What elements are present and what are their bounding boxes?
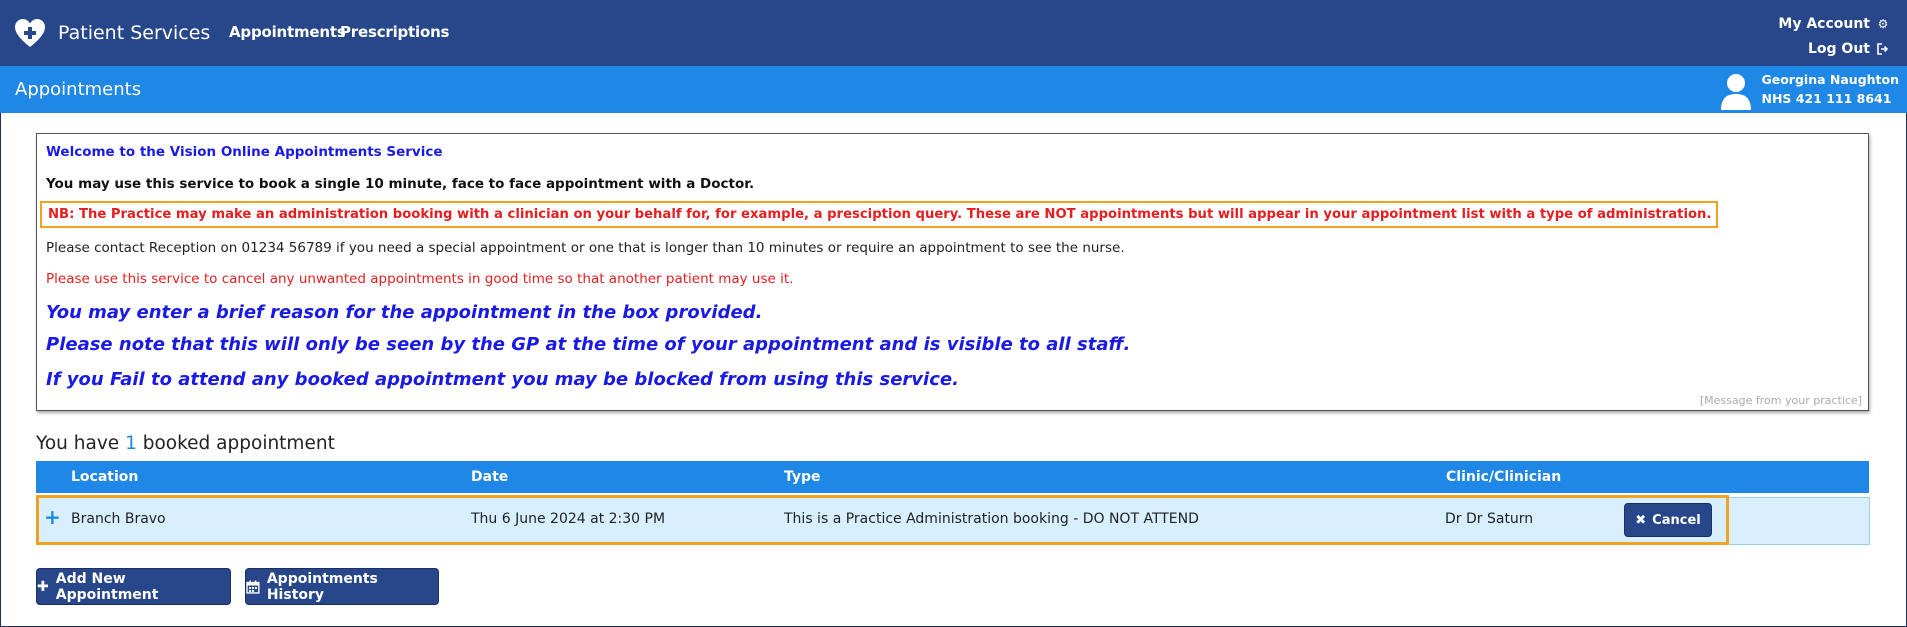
- plus-icon: ✚: [37, 578, 49, 595]
- column-clinician: Clinic/Clinician: [1446, 469, 1562, 485]
- brand-label: Patient Services: [58, 22, 211, 44]
- appointments-history-button[interactable]: Appointments History: [245, 568, 439, 605]
- cancel-appointment-button[interactable]: ✖ Cancel: [1624, 503, 1712, 537]
- column-type: Type: [784, 469, 821, 485]
- booked-prefix: You have: [36, 433, 120, 454]
- message-fail-warning: If you Fail to attend any booked appoint…: [46, 369, 959, 390]
- user-name: Georgina Naughton: [1761, 72, 1899, 87]
- message-contact: Please contact Reception on 01234 56789 …: [46, 240, 1125, 256]
- history-label: Appointments History: [266, 570, 378, 603]
- booked-appointments-heading: You have 1 booked appointment: [36, 433, 335, 454]
- cancel-label: Cancel: [1652, 512, 1701, 528]
- top-nav: Patient Services Appointments Prescripti…: [0, 0, 1907, 66]
- log-out-link[interactable]: Log Out: [1808, 41, 1889, 57]
- message-reason: You may enter a brief reason for the app…: [46, 302, 763, 323]
- column-location: Location: [71, 469, 139, 485]
- add-label: Add New Appointment: [55, 570, 159, 603]
- practice-message-box: Welcome to the Vision Online Appointment…: [36, 133, 1869, 411]
- message-admin-notice: NB: The Practice may make an administrat…: [40, 201, 1719, 228]
- heart-cross-icon: [15, 19, 45, 47]
- column-date: Date: [471, 469, 509, 485]
- booked-suffix: booked appointment: [142, 433, 335, 454]
- my-account-label: My Account: [1778, 16, 1870, 32]
- row-location: Branch Bravo: [71, 511, 166, 527]
- close-icon: ✖: [1635, 512, 1647, 528]
- user-info: Georgina Naughton NHS 421 111 8641: [1719, 70, 1899, 110]
- log-out-label: Log Out: [1808, 41, 1870, 57]
- row-date: Thu 6 June 2024 at 2:30 PM: [471, 511, 666, 527]
- gear-icon: ⚙: [1877, 17, 1889, 31]
- row-type: This is a Practice Administration bookin…: [784, 511, 1199, 527]
- add-new-appointment-button[interactable]: ✚ Add New Appointment: [36, 568, 231, 605]
- nhs-number: NHS 421 111 8641: [1761, 91, 1892, 106]
- message-welcome: Welcome to the Vision Online Appointment…: [46, 144, 443, 160]
- sub-header: Appointments Georgina Naughton NHS 421 1…: [0, 66, 1907, 113]
- appointments-table-header: Location Date Type Clinic/Clinician: [36, 461, 1869, 493]
- brand[interactable]: Patient Services: [14, 18, 210, 48]
- nav-link-prescriptions[interactable]: Prescriptions: [340, 23, 449, 41]
- message-visibility: Please note that this will only be seen …: [46, 334, 1131, 355]
- sign-out-icon: [1877, 43, 1889, 55]
- user-avatar-icon: [1721, 74, 1752, 110]
- calendar-icon: [246, 580, 260, 594]
- message-cancel-note: Please use this service to cancel any un…: [46, 271, 794, 287]
- message-source: [Message from your practice]: [1699, 394, 1862, 407]
- expand-row-icon[interactable]: +: [44, 505, 61, 529]
- my-account-link[interactable]: My Account ⚙: [1778, 16, 1889, 32]
- message-service-info: You may use this service to book a singl…: [46, 176, 755, 192]
- row-clinician: Dr Dr Saturn: [1445, 511, 1534, 527]
- booked-count: 1: [125, 433, 137, 454]
- nav-link-appointments[interactable]: Appointments: [229, 23, 346, 41]
- page-title: Appointments: [15, 79, 142, 100]
